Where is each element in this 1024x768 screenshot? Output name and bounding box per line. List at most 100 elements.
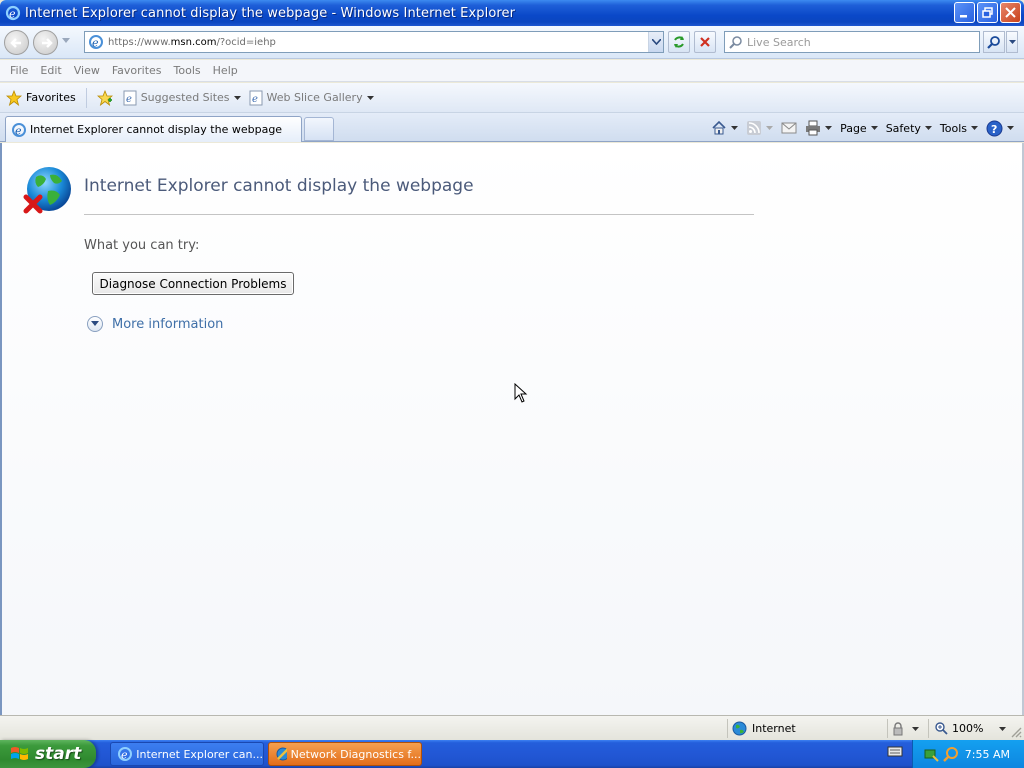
ie-page-icon: e xyxy=(123,90,137,105)
refresh-icon xyxy=(674,36,684,48)
caret-down-icon xyxy=(912,726,919,731)
address-input[interactable]: https://www.msn.com/?ocid=iehp xyxy=(108,37,648,48)
ie-icon: e xyxy=(12,122,26,137)
chevron-down-icon xyxy=(651,39,661,45)
system-tray: 7:55 AM xyxy=(912,740,1024,768)
search-tray-icon[interactable] xyxy=(943,746,959,762)
start-button[interactable]: start xyxy=(0,740,96,768)
keyboard-language-icon[interactable] xyxy=(887,744,903,758)
menu-view[interactable]: View xyxy=(68,64,106,77)
caret-down-icon xyxy=(971,126,978,130)
web-slice-gallery-link[interactable]: e Web Slice Gallery xyxy=(245,90,378,106)
stop-button[interactable] xyxy=(694,31,716,53)
safety-menu-button[interactable]: Safety xyxy=(882,117,936,139)
caret-down-icon xyxy=(233,95,241,100)
help-menu-button[interactable]: ? xyxy=(982,117,1018,139)
zoom-control[interactable]: 100% xyxy=(928,719,1008,738)
tab-label: Internet Explorer cannot display the web… xyxy=(30,123,283,136)
search-go-button[interactable] xyxy=(983,31,1005,53)
menu-bar: File Edit View Favorites Tools Help xyxy=(0,60,1024,82)
refresh-button[interactable] xyxy=(668,31,690,53)
zoom-icon xyxy=(935,722,948,735)
what-you-can-try-label: What you can try: xyxy=(84,238,200,253)
print-button[interactable] xyxy=(801,117,836,139)
security-lock-icon xyxy=(893,721,903,735)
favorites-button[interactable]: Favorites xyxy=(0,86,82,110)
more-information-toggle[interactable]: More information xyxy=(87,316,223,332)
divider xyxy=(84,214,754,215)
minimize-icon xyxy=(960,15,967,18)
recent-pages-dropdown-icon[interactable] xyxy=(62,38,70,44)
forward-button[interactable] xyxy=(33,30,58,55)
caret-down-icon xyxy=(825,126,833,130)
back-button[interactable] xyxy=(4,30,29,55)
globe-error-icon xyxy=(22,165,74,217)
page-menu-button[interactable]: Page xyxy=(836,117,882,139)
protected-mode-button[interactable] xyxy=(887,719,925,738)
feeds-button[interactable] xyxy=(742,117,777,139)
window-controls xyxy=(954,2,1021,23)
caret-down-icon xyxy=(1008,39,1016,44)
clock: 7:55 AM xyxy=(964,747,1010,761)
add-to-favorites-bar-button[interactable] xyxy=(91,86,119,110)
command-bar: Page Safety Tools ? xyxy=(707,116,1018,140)
page-title: Internet Explorer cannot display the web… xyxy=(84,176,474,196)
internet-zone-globe-icon xyxy=(732,721,747,736)
menu-tools[interactable]: Tools xyxy=(168,64,207,77)
printer-icon xyxy=(806,120,821,136)
address-bar[interactable]: e https://www.msn.com/?ocid=iehp xyxy=(84,31,664,53)
more-information-link[interactable]: More information xyxy=(112,317,223,332)
favorites-bar: Favorites e Suggested Sites e Web Slice … xyxy=(0,83,1024,113)
resize-grip-icon[interactable] xyxy=(1010,726,1022,738)
add-star-icon xyxy=(96,89,113,106)
search-input[interactable]: Live Search xyxy=(747,36,811,49)
back-arrow-icon xyxy=(10,38,21,48)
tab-active[interactable]: e Internet Explorer cannot display the w… xyxy=(5,116,302,142)
menu-edit[interactable]: Edit xyxy=(34,64,67,77)
suggested-sites-link[interactable]: e Suggested Sites xyxy=(119,90,245,106)
close-icon xyxy=(1005,7,1016,18)
address-dropdown-button[interactable] xyxy=(648,32,663,52)
network-tray-icon[interactable] xyxy=(923,746,939,762)
windows-logo-icon xyxy=(11,747,28,760)
tools-menu-button[interactable]: Tools xyxy=(936,117,982,139)
taskbar-item-network-diagnostics[interactable]: Network Diagnostics f... xyxy=(268,742,422,766)
svg-text:?: ? xyxy=(991,123,997,136)
caret-down-icon xyxy=(1007,126,1014,130)
divider xyxy=(85,87,87,108)
search-options-dropdown[interactable] xyxy=(1006,31,1018,53)
restore-button[interactable] xyxy=(977,2,998,23)
svg-text:e: e xyxy=(121,749,128,762)
svg-text:e: e xyxy=(252,94,258,105)
svg-text:e: e xyxy=(9,8,16,21)
security-zone[interactable]: Internet xyxy=(727,719,887,738)
caret-down-icon xyxy=(366,95,374,100)
new-tab-button[interactable] xyxy=(304,117,334,141)
ie-icon[interactable]: e xyxy=(5,5,21,21)
diagnose-connection-problems-button[interactable]: Diagnose Connection Problems xyxy=(92,272,294,295)
magnifier-icon xyxy=(987,36,1000,49)
svg-text:e: e xyxy=(15,124,22,137)
home-icon xyxy=(712,120,726,135)
close-button[interactable] xyxy=(1000,2,1021,23)
forward-arrow-icon xyxy=(42,38,53,48)
window-title: Internet Explorer cannot display the web… xyxy=(25,5,516,21)
tab-bar: e Internet Explorer cannot display the w… xyxy=(0,113,1024,142)
page-content: Internet Explorer cannot display the web… xyxy=(0,143,1024,715)
star-icon xyxy=(6,89,22,106)
network-diagnostics-icon xyxy=(276,747,287,761)
menu-file[interactable]: File xyxy=(4,64,34,77)
restore-icon xyxy=(982,7,993,18)
minimize-button[interactable] xyxy=(954,2,975,23)
svg-text:e: e xyxy=(92,37,99,50)
menu-favorites[interactable]: Favorites xyxy=(106,64,168,77)
taskbar-item-internet-explorer[interactable]: e Internet Explorer can... xyxy=(110,742,264,766)
expand-chevron-icon xyxy=(87,316,103,332)
mouse-cursor-icon xyxy=(514,383,528,403)
caret-down-icon xyxy=(731,126,739,130)
home-button[interactable] xyxy=(707,117,742,139)
menu-help[interactable]: Help xyxy=(207,64,244,77)
search-box[interactable]: Live Search xyxy=(724,31,980,53)
search-icon xyxy=(729,36,742,49)
read-mail-button[interactable] xyxy=(777,117,801,139)
